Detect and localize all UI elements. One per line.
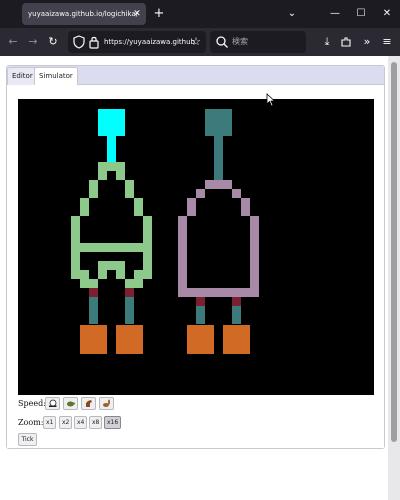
page-scrollbar[interactable] bbox=[388, 56, 400, 500]
zoom-x16-button[interactable]: x16 bbox=[104, 416, 122, 429]
page-viewport: Editor Simulator Speed: Zoom: x1 x2 x4 x… bbox=[0, 56, 388, 500]
extensions-icon[interactable] bbox=[340, 36, 352, 48]
scrollbar-thumb[interactable] bbox=[391, 62, 397, 442]
speed-snail-button[interactable] bbox=[45, 397, 60, 410]
speed-horse-button[interactable] bbox=[81, 397, 96, 410]
browser-tab[interactable]: yuyaaizawa.github.io/logichika/ bbox=[22, 3, 146, 25]
turtle-icon bbox=[67, 401, 75, 407]
output-wire-right bbox=[214, 136, 223, 180]
input-wire-left-b bbox=[125, 297, 134, 324]
zoom-x2-button[interactable]: x2 bbox=[59, 416, 73, 429]
input-pad-left-b[interactable] bbox=[116, 325, 143, 354]
junction-right-b bbox=[232, 297, 241, 306]
input-wire-left-a bbox=[89, 297, 98, 324]
snail-icon bbox=[49, 399, 57, 407]
zoom-x1-button[interactable]: x1 bbox=[43, 416, 57, 429]
input-wire-right-a bbox=[196, 306, 205, 324]
search-icon bbox=[216, 36, 228, 48]
navigation-bar: ← → ↻ https://yuyaaizawa.github.io/logic… bbox=[0, 28, 400, 56]
output-lamp-left bbox=[98, 109, 125, 136]
more-tools-icon[interactable]: » bbox=[358, 32, 376, 52]
rabbit-icon bbox=[103, 399, 110, 407]
browser-window: yuyaaizawa.github.io/logichika/ ✕ + ⌄ — … bbox=[0, 0, 400, 500]
simulation-canvas[interactable] bbox=[18, 99, 374, 395]
output-wire-left bbox=[107, 136, 116, 162]
close-tab-icon[interactable]: ✕ bbox=[131, 5, 143, 23]
new-tab-button[interactable]: + bbox=[151, 4, 167, 24]
app-tab-bar: Editor Simulator bbox=[7, 66, 384, 86]
reload-icon[interactable]: ↻ bbox=[44, 32, 62, 52]
menu-icon[interactable]: ≡ bbox=[378, 32, 396, 52]
tab-simulator[interactable]: Simulator bbox=[34, 67, 78, 86]
url-text: https://yuyaaizawa.github.io/logichika/ bbox=[104, 38, 196, 46]
back-icon[interactable]: ← bbox=[4, 32, 22, 52]
close-window-icon[interactable]: ✕ bbox=[378, 4, 396, 24]
speed-rabbit-button[interactable] bbox=[99, 397, 114, 410]
speed-label: Speed: bbox=[18, 399, 46, 408]
search-input[interactable]: 検索 bbox=[210, 31, 306, 53]
input-pad-right-b[interactable] bbox=[223, 325, 250, 354]
zoom-x4-button[interactable]: x4 bbox=[74, 416, 88, 429]
input-pad-left-a[interactable] bbox=[80, 325, 107, 354]
simulator-panel: Speed: Zoom: x1 x2 x4 x8 x16 Tick bbox=[7, 85, 384, 448]
input-wire-right-b bbox=[232, 306, 241, 324]
download-icon[interactable]: ⤓ bbox=[318, 32, 336, 52]
output-lamp-right bbox=[205, 109, 232, 136]
logichika-app: Editor Simulator Speed: Zoom: x1 x2 x4 x… bbox=[6, 65, 385, 449]
minimize-icon[interactable]: — bbox=[326, 4, 344, 24]
junction-left-a bbox=[89, 288, 98, 297]
zoom-x8-button[interactable]: x8 bbox=[89, 416, 103, 429]
star-icon[interactable]: ☆ bbox=[188, 32, 204, 52]
maximize-icon[interactable]: ☐ bbox=[352, 4, 370, 24]
forward-icon[interactable]: → bbox=[24, 32, 42, 52]
horse-icon bbox=[86, 400, 92, 407]
browser-tab-title: yuyaaizawa.github.io/logichika/ bbox=[28, 10, 139, 18]
shield-icon[interactable] bbox=[72, 35, 86, 49]
speed-turtle-button[interactable] bbox=[63, 397, 78, 410]
tab-strip: yuyaaizawa.github.io/logichika/ ✕ + ⌄ — … bbox=[0, 0, 400, 28]
mouse-cursor-icon bbox=[266, 93, 276, 107]
zoom-label: Zoom: bbox=[18, 418, 44, 427]
junction-left-b bbox=[125, 288, 134, 297]
tick-button[interactable]: Tick bbox=[18, 433, 37, 446]
url-bar[interactable]: https://yuyaaizawa.github.io/logichika/ bbox=[68, 31, 206, 53]
list-all-tabs-icon[interactable]: ⌄ bbox=[283, 4, 301, 24]
input-pad-right-a[interactable] bbox=[187, 325, 214, 354]
junction-right-a bbox=[196, 297, 205, 306]
search-placeholder: 検索 bbox=[232, 37, 248, 46]
lock-icon[interactable] bbox=[88, 35, 100, 49]
